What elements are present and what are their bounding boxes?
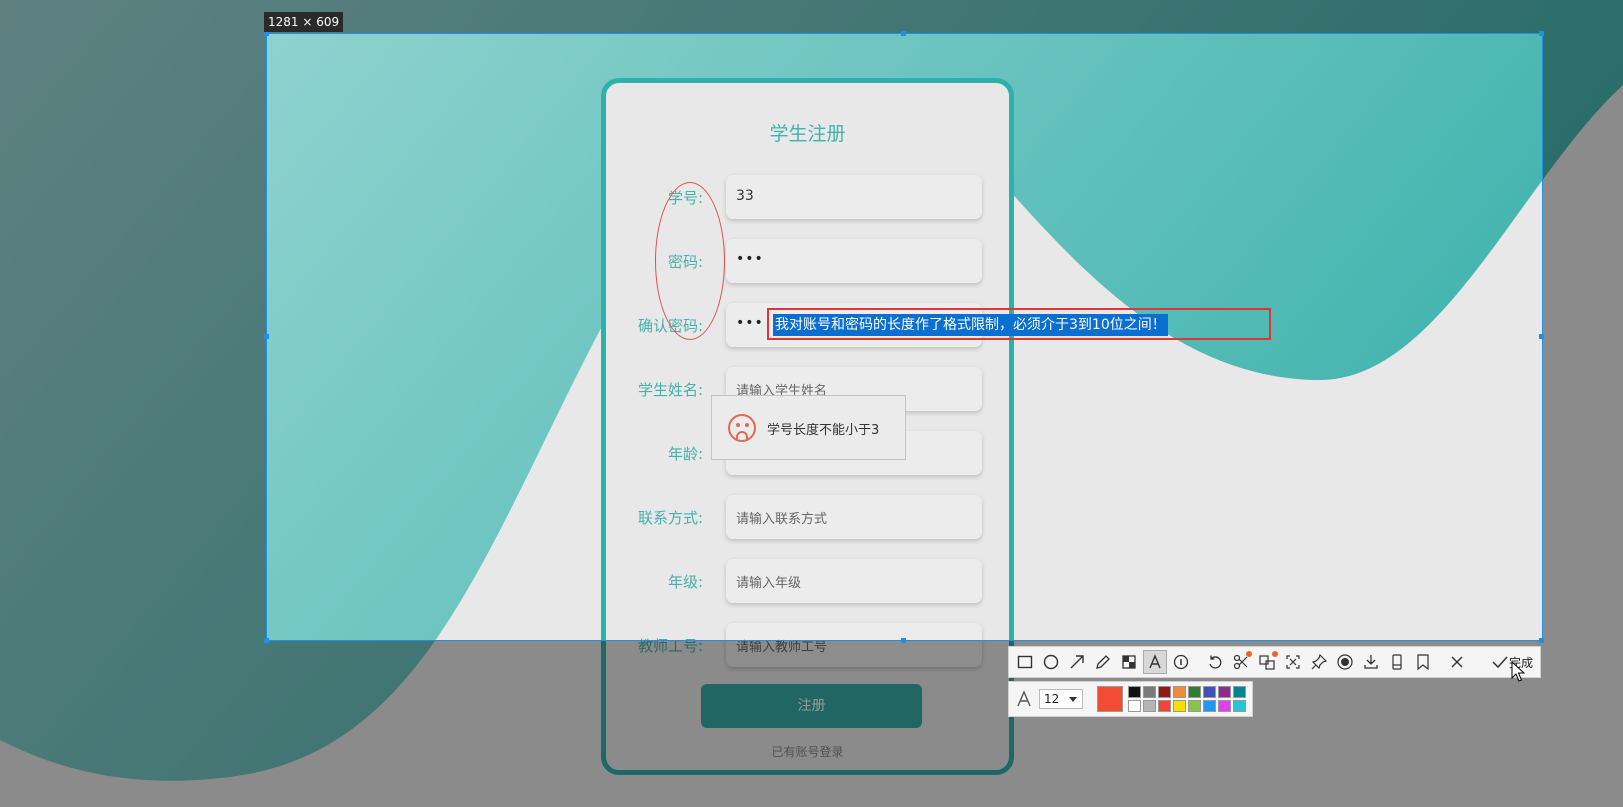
undo-icon[interactable] bbox=[1203, 650, 1227, 674]
color-swatch[interactable] bbox=[1173, 700, 1186, 712]
color-swatch[interactable] bbox=[1158, 686, 1171, 698]
arrow-icon[interactable] bbox=[1065, 650, 1089, 674]
save-icon[interactable] bbox=[1359, 650, 1383, 674]
mosaic-icon[interactable] bbox=[1117, 650, 1141, 674]
color-swatch[interactable] bbox=[1218, 700, 1231, 712]
color-swatch[interactable] bbox=[1188, 700, 1201, 712]
dim-overlay-left bbox=[0, 33, 266, 640]
long-screenshot-icon[interactable] bbox=[1385, 650, 1409, 674]
color-swatch[interactable] bbox=[1143, 686, 1156, 698]
text-annotation[interactable]: 我对账号和密码的长度作了格式限制，必须介于3到10位之间！ bbox=[767, 308, 1271, 340]
current-color-swatch[interactable] bbox=[1097, 686, 1123, 712]
serial-number-icon[interactable] bbox=[1169, 650, 1193, 674]
resize-handle[interactable] bbox=[1539, 334, 1544, 339]
font-icon bbox=[1017, 690, 1031, 707]
sad-face-icon bbox=[728, 414, 756, 442]
error-toast: 学号长度不能小于3 bbox=[711, 395, 906, 460]
text-icon[interactable] bbox=[1143, 650, 1167, 674]
color-swatch[interactable] bbox=[1128, 700, 1141, 712]
dim-overlay-top bbox=[0, 0, 1623, 33]
toast-message: 学号长度不能小于3 bbox=[767, 423, 880, 438]
color-swatch[interactable] bbox=[1158, 700, 1171, 712]
ellipse-icon[interactable] bbox=[1039, 650, 1063, 674]
resize-handle[interactable] bbox=[1539, 638, 1544, 643]
resize-handle[interactable] bbox=[264, 638, 269, 643]
color-swatch[interactable] bbox=[1233, 686, 1246, 698]
pin-icon[interactable] bbox=[1307, 650, 1331, 674]
record-icon[interactable] bbox=[1333, 650, 1357, 674]
resize-handle[interactable] bbox=[1539, 31, 1544, 36]
ellipse-annotation[interactable] bbox=[655, 182, 725, 340]
resize-handle[interactable] bbox=[264, 334, 269, 339]
bookmark-icon[interactable] bbox=[1411, 650, 1435, 674]
color-swatch[interactable] bbox=[1233, 700, 1246, 712]
font-size-select[interactable]: 12 bbox=[1039, 689, 1083, 709]
color-swatch[interactable] bbox=[1188, 686, 1201, 698]
color-swatch[interactable] bbox=[1203, 700, 1216, 712]
color-swatches bbox=[1128, 686, 1248, 714]
translate-icon[interactable] bbox=[1255, 650, 1279, 674]
annotation-text[interactable]: 我对账号和密码的长度作了格式限制，必须介于3到10位之间！ bbox=[773, 314, 1168, 336]
resize-handle[interactable] bbox=[901, 31, 906, 36]
close-icon[interactable] bbox=[1445, 650, 1469, 674]
color-swatch[interactable] bbox=[1173, 686, 1186, 698]
text-options-panel: 12 bbox=[1008, 681, 1253, 717]
ocr-icon[interactable] bbox=[1229, 650, 1253, 674]
font-size-value: 12 bbox=[1044, 692, 1060, 706]
scroll-capture-icon[interactable] bbox=[1281, 650, 1305, 674]
pencil-icon[interactable] bbox=[1091, 650, 1115, 674]
annotation-toolbar: 完成 bbox=[1008, 646, 1541, 678]
mouse-cursor-icon bbox=[1511, 661, 1525, 682]
rectangle-icon[interactable] bbox=[1013, 650, 1037, 674]
color-swatch[interactable] bbox=[1128, 686, 1141, 698]
color-swatch[interactable] bbox=[1203, 686, 1216, 698]
color-swatch[interactable] bbox=[1143, 700, 1156, 712]
check-icon bbox=[1492, 656, 1508, 669]
resize-handle[interactable] bbox=[901, 638, 906, 643]
dim-overlay-right bbox=[1542, 33, 1623, 640]
chevron-down-icon bbox=[1069, 697, 1077, 702]
color-swatch[interactable] bbox=[1218, 686, 1231, 698]
selection-size-label: 1281 × 609 bbox=[264, 12, 344, 32]
